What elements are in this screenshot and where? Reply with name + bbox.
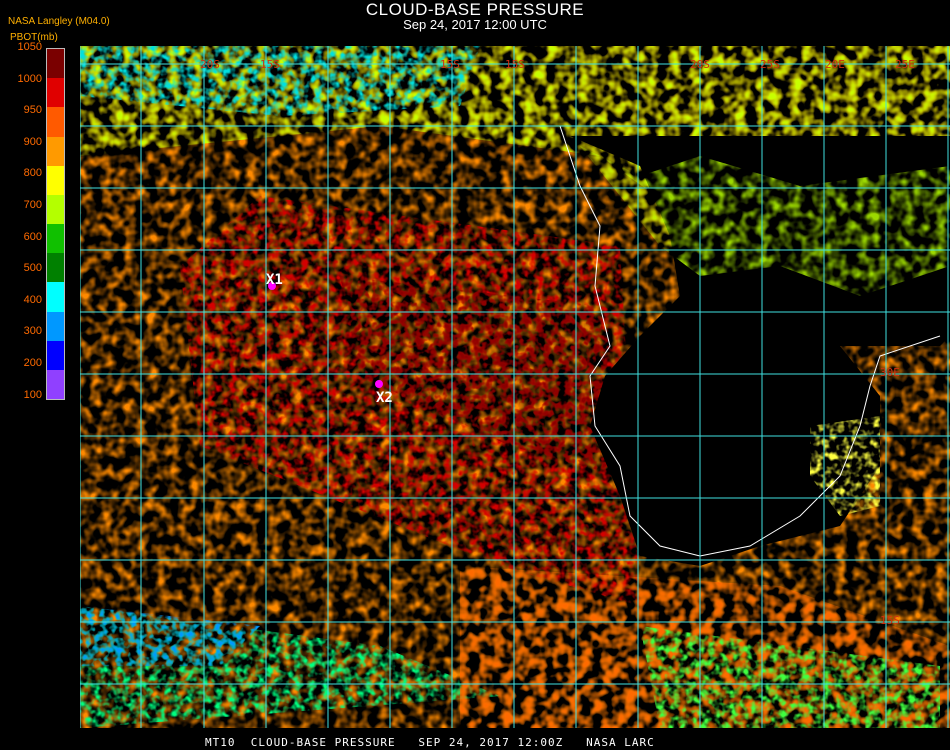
grid-coordinate-label: 20S <box>690 58 710 71</box>
colorbar-segment <box>47 78 64 108</box>
colorbar-tick-label: 500 <box>23 262 42 275</box>
colorbar-tick-label: 900 <box>23 135 42 148</box>
grid-coordinate-label: 25E <box>895 58 915 71</box>
marker-x1[interactable]: X1 <box>266 272 283 290</box>
grid-coordinate-label: 15S <box>505 58 525 71</box>
colorbar <box>46 48 65 400</box>
colorbar-tick-label: 600 <box>23 230 42 243</box>
colorbar-segment <box>47 340 64 371</box>
colorbar-segment <box>47 253 64 283</box>
colorbar-segment <box>47 311 64 342</box>
colorbar-segment <box>47 369 64 400</box>
grid-coordinate-label: 15S <box>880 614 900 627</box>
colorbar-tick-label: 100 <box>23 388 42 401</box>
colorbar-segment <box>47 165 64 196</box>
colorbar-tick-label: 800 <box>23 167 42 180</box>
grid-coordinate-label: 30E <box>880 366 900 379</box>
marker-x2-label: X2 <box>376 390 393 406</box>
grid-coordinate-label: 15S <box>260 58 280 71</box>
colorbar-tick-label: 200 <box>23 357 42 369</box>
map-timestamp: Sep 24, 2017 12:00 UTC <box>403 17 547 32</box>
colorbar-tick-label: 950 <box>23 104 42 117</box>
colorbar-segment <box>47 136 64 167</box>
colorbar-tick-label: 700 <box>23 199 42 211</box>
colorbar-segment <box>47 224 64 254</box>
satellite-map[interactable]: 20S 15S 15S 20S 25S 20E 25E 30E 15S 15S X1 X2 <box>80 46 950 728</box>
grid-coordinate-label: 15S <box>440 58 460 71</box>
colorbar-segment <box>47 194 64 225</box>
grid-coordinate-label: 25S <box>760 58 780 71</box>
colorbar-tick-label: 1050 <box>17 41 42 53</box>
footer-caption: MT10 CLOUD-BASE PRESSURE SEP 24, 2017 12… <box>205 736 655 749</box>
marker-x1-label: X1 <box>266 272 283 288</box>
colorbar-tick-label: 300 <box>23 325 42 338</box>
colorbar-tick-label: 400 <box>23 293 42 306</box>
colorbar-segment <box>47 107 64 137</box>
colorbar-tick-label: 1000 <box>17 72 42 85</box>
colorbar-segment <box>47 282 64 312</box>
colorbar-segment <box>47 49 64 79</box>
map-canvas: 20S 15S 15S 20S 25S 20E 25E 30E 15S 15S X1 X2 <box>80 46 950 728</box>
grid-coordinate-label: 20S <box>200 58 220 71</box>
credit-label: NASA Langley (M04.0) <box>8 16 110 27</box>
grid-coordinate-label: 20E <box>825 58 845 71</box>
